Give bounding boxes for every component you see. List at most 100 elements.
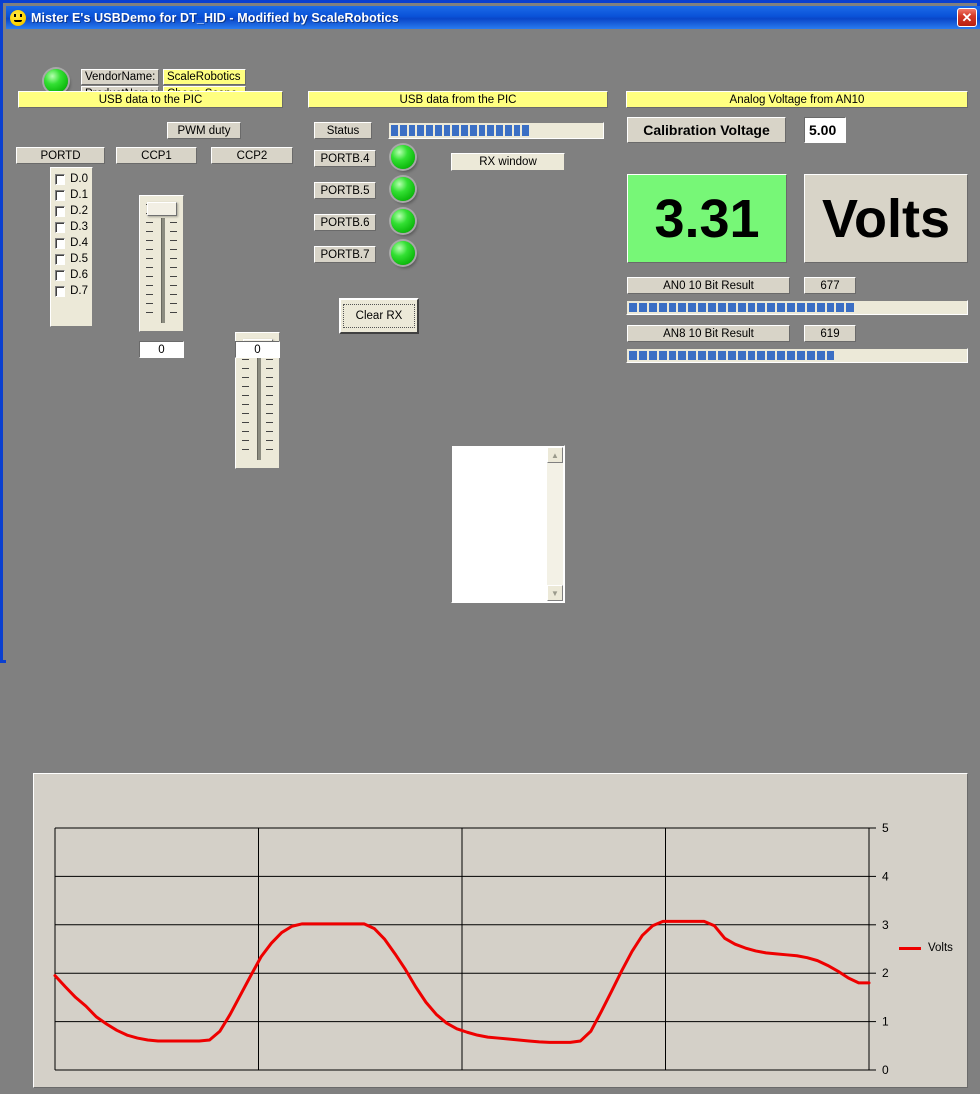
- checkbox-d1[interactable]: [55, 190, 65, 201]
- scroll-down-icon[interactable]: ▼: [547, 585, 563, 601]
- checkbox-d6[interactable]: [55, 270, 65, 281]
- bar-segment: [718, 351, 726, 360]
- rx-window-text-area[interactable]: ▲ ▼: [451, 445, 565, 603]
- portd-bit-label: D.0: [70, 173, 88, 185]
- checkbox-d7[interactable]: [55, 286, 65, 297]
- portd-bit-3[interactable]: D.3: [55, 219, 88, 235]
- tx-banner: USB data to the PIC: [18, 91, 283, 108]
- ccp2-value[interactable]: 0: [235, 341, 280, 358]
- bar-segment: [708, 303, 716, 312]
- clear-rx-button[interactable]: Clear RX: [339, 298, 419, 334]
- bar-segment: [688, 303, 696, 312]
- bar-segment: [787, 351, 795, 360]
- bar-segment: [659, 303, 667, 312]
- bar-segment: [444, 125, 451, 136]
- clear-rx-button-label: Clear RX: [343, 304, 416, 328]
- status-label: Status: [314, 122, 372, 139]
- bar-segment: [496, 125, 503, 136]
- an0-result-value: 677: [804, 277, 856, 294]
- voltage-readout: 3.31: [627, 174, 787, 263]
- portd-bit-label: D.7: [70, 285, 88, 297]
- bar-segment: [698, 303, 706, 312]
- ccp1-slider-ticks-right: [170, 204, 177, 325]
- checkbox-d5[interactable]: [55, 254, 65, 265]
- bar-segment: [728, 351, 736, 360]
- bar-segment: [452, 125, 459, 136]
- bar-segment: [470, 125, 477, 136]
- bar-segment: [797, 351, 805, 360]
- app-window: Mister E's USBDemo for DT_HID - Modified…: [0, 0, 980, 663]
- portd-bit-6[interactable]: D.6: [55, 267, 88, 283]
- ccp2-slider-ticks-right: [266, 341, 273, 462]
- portb5-led: [391, 177, 415, 201]
- an8-result-label: AN8 10 Bit Result: [627, 325, 790, 342]
- bar-segment: [797, 303, 805, 312]
- vendor-name-value: ScaleRobotics: [163, 69, 246, 85]
- portd-bit-label: D.6: [70, 269, 88, 281]
- an0-progress-bar: [626, 300, 968, 315]
- ccp1-slider[interactable]: [139, 195, 184, 332]
- an0-result-label: AN0 10 Bit Result: [627, 277, 790, 294]
- portd-label: PORTD: [16, 147, 105, 164]
- bar-segment: [678, 303, 686, 312]
- portd-bit-5[interactable]: D.5: [55, 251, 88, 267]
- ccp1-label: CCP1: [116, 147, 197, 164]
- close-icon[interactable]: ✕: [957, 8, 977, 27]
- checkbox-d2[interactable]: [55, 206, 65, 217]
- portd-bit-label: D.3: [70, 221, 88, 233]
- bar-segment: [669, 351, 677, 360]
- voltage-units-label: Volts: [804, 174, 968, 263]
- rx-banner: USB data from the PIC: [308, 91, 608, 108]
- bar-segment: [757, 351, 765, 360]
- bar-segment: [659, 351, 667, 360]
- bar-segment: [505, 125, 512, 136]
- analog-banner: Analog Voltage from AN10: [626, 91, 968, 108]
- portb4-led: [391, 145, 415, 169]
- bar-segment: [827, 351, 835, 360]
- checkbox-d3[interactable]: [55, 222, 65, 233]
- calibration-voltage-label: Calibration Voltage: [627, 117, 786, 143]
- bar-segment: [807, 303, 815, 312]
- device-status-led: [44, 69, 68, 93]
- portd-bit-label: D.5: [70, 253, 88, 265]
- calibration-voltage-value[interactable]: 5.00: [804, 117, 846, 143]
- ccp1-value[interactable]: 0: [139, 341, 184, 358]
- bar-segment: [487, 125, 494, 136]
- bar-segment: [669, 303, 677, 312]
- portd-bit-label: D.2: [70, 205, 88, 217]
- portd-bit-2[interactable]: D.2: [55, 203, 88, 219]
- scroll-up-icon[interactable]: ▲: [547, 447, 563, 463]
- bar-segment: [639, 303, 647, 312]
- chart-legend: Volts: [899, 942, 953, 954]
- bar-segment: [400, 125, 407, 136]
- bar-segment: [718, 303, 726, 312]
- portd-bit-label: D.1: [70, 189, 88, 201]
- bar-segment: [836, 303, 844, 312]
- portd-bit-1[interactable]: D.1: [55, 187, 88, 203]
- portd-bit-0[interactable]: D.0: [55, 171, 88, 187]
- portd-checkbox-group: D.0 D.1 D.2 D.3 D.4 D.5: [50, 167, 93, 327]
- bar-segment: [748, 303, 756, 312]
- bar-segment: [426, 125, 433, 136]
- ccp2-slider-ticks-left: [242, 341, 249, 462]
- y-axis-tick-label: 1: [882, 1015, 889, 1029]
- smiley-face-icon: [10, 10, 26, 26]
- window-title: Mister E's USBDemo for DT_HID - Modified…: [31, 11, 399, 25]
- portd-bit-label: D.4: [70, 237, 88, 249]
- bar-segment: [688, 351, 696, 360]
- bar-segment: [649, 303, 657, 312]
- title-bar: Mister E's USBDemo for DT_HID - Modified…: [6, 6, 980, 29]
- bar-segment: [777, 351, 785, 360]
- bar-segment: [817, 351, 825, 360]
- vendor-name-label: VendorName:: [81, 69, 159, 85]
- checkbox-d0[interactable]: [55, 174, 65, 185]
- ccp2-label: CCP2: [211, 147, 293, 164]
- ccp2-slider-track: [257, 355, 261, 460]
- portd-bit-7[interactable]: D.7: [55, 283, 88, 299]
- ccp1-slider-thumb[interactable]: [147, 202, 177, 216]
- rx-scrollbar[interactable]: ▲ ▼: [547, 447, 563, 601]
- portd-bit-4[interactable]: D.4: [55, 235, 88, 251]
- portb6-label: PORTB.6: [314, 214, 376, 231]
- checkbox-d4[interactable]: [55, 238, 65, 249]
- bar-segment: [678, 351, 686, 360]
